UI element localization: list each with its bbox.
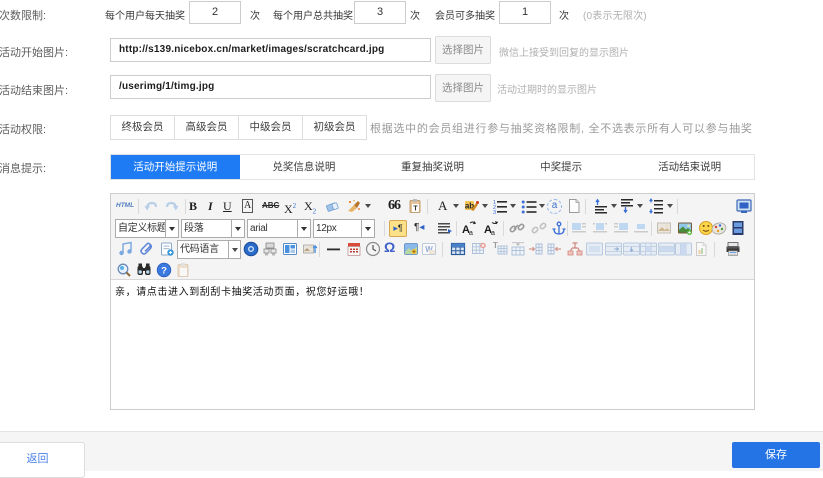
svg-text:a: a [491, 230, 495, 237]
svg-text:3: 3 [493, 210, 496, 216]
svg-text:T: T [493, 241, 498, 250]
svg-text:T: T [413, 206, 418, 213]
svg-text:a: a [469, 230, 473, 237]
svg-text:?: ? [161, 266, 167, 277]
